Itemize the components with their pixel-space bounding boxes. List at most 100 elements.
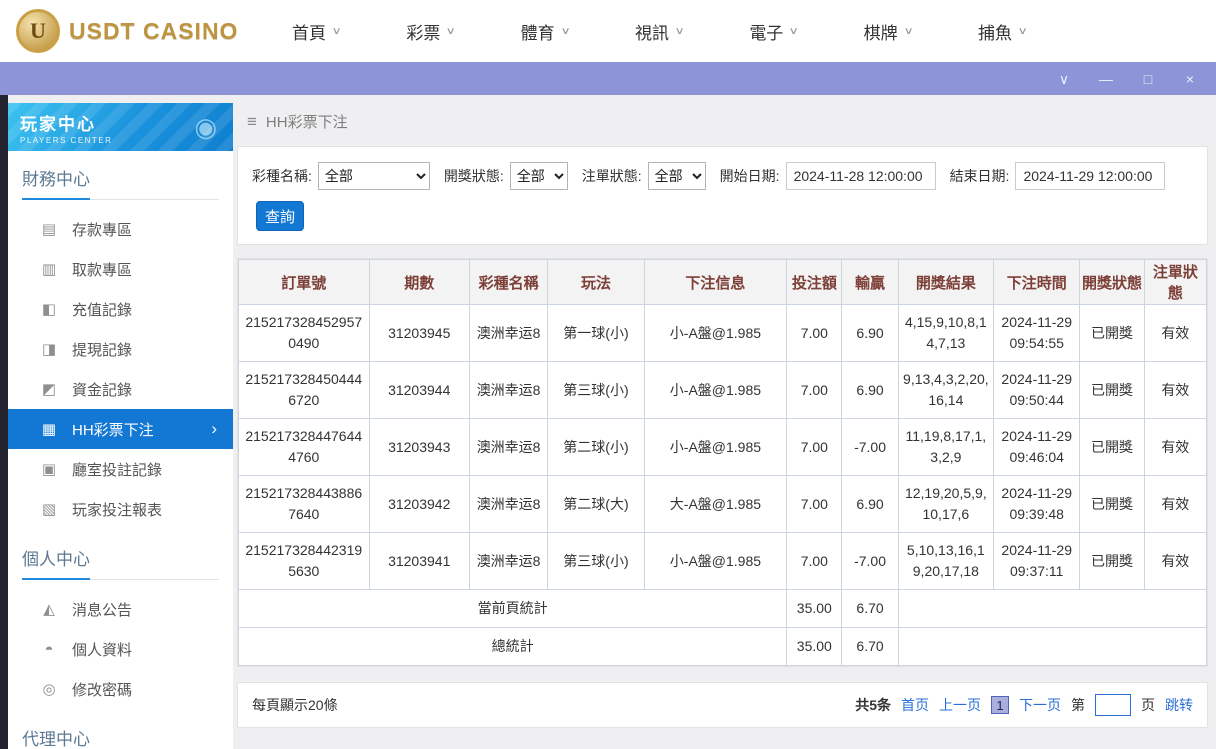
brand-logo[interactable]: U USDT CASINO (16, 9, 248, 53)
draw-status: 已開獎 (1079, 418, 1145, 476)
nav-item-lottery[interactable]: 彩票 ∨ (406, 19, 457, 44)
table-row: 2152173284423195630 31203941 澳洲幸运8 第三球(小… (238, 532, 1208, 590)
nav-item-cards[interactable]: 棋牌 ∨ (864, 19, 914, 44)
chevron-down-icon: ∨ (445, 25, 457, 37)
withdraw-icon: ▥ (41, 261, 57, 278)
draw-status: 已開獎 (1079, 304, 1145, 362)
page-summary-winloss: 6.70 (841, 589, 899, 628)
bet-time: 2024-11-29 09:54:55 (993, 304, 1081, 362)
page-summary-bet: 35.00 (786, 589, 843, 628)
order-status-filter: 注單狀態: 全部 (582, 162, 706, 190)
bet-info: 小-A盤@1.985 (643, 304, 788, 362)
draw-result: 12,19,20,5,9,10,17,6 (897, 475, 995, 533)
page-title: HH彩票下注 (265, 114, 348, 131)
hall-bet-record-icon: ▣ (41, 461, 57, 478)
win-loss: -7.00 (841, 532, 899, 590)
players-center-title: 玩家中心 (20, 115, 96, 134)
draw-result: 4,15,9,10,8,14,7,13 (897, 304, 995, 362)
order-id: 2152173284476444760 (238, 418, 370, 476)
sidebar-item-label: 消息公告 (72, 601, 133, 619)
hamburger-icon[interactable]: ≡ (247, 112, 257, 132)
draw-result: 5,10,13,16,19,20,17,18 (897, 532, 995, 590)
window-minimize-icon[interactable]: — (1098, 72, 1114, 86)
window-maximize-icon[interactable]: □ (1140, 72, 1156, 86)
sidebar-item-player-bet-report[interactable]: ▧ 玩家投注報表 (8, 489, 233, 529)
total-count-text: 共5条 (855, 697, 891, 713)
order-id: 2152173284504446720 (238, 361, 370, 419)
sidebar-item-hh-lottery-bets[interactable]: ▦ HH彩票下注 › (8, 409, 233, 449)
win-loss: -7.00 (841, 418, 899, 476)
top-navbar: U USDT CASINO 首頁 ∨ 彩票 ∨ 體育 ∨ 視訊 ∨ 電子 ∨ 棋… (0, 0, 1216, 62)
order-status: 有效 (1143, 532, 1208, 590)
lottery-name: 澳洲幸运8 (468, 361, 549, 419)
jump-button[interactable]: 跳转 (1165, 695, 1193, 715)
sidebar-item-label: 玩家投注報表 (72, 501, 163, 519)
nav-item-fishing[interactable]: 捕魚 ∨ (978, 19, 1028, 44)
col-lottery-name: 彩種名稱 (468, 259, 549, 305)
col-bet-amount: 投注額 (786, 259, 843, 305)
nav-item-slots[interactable]: 電子 ∨ (749, 19, 800, 44)
total-summary-row: 總統計 35.00 6.70 (237, 627, 1208, 666)
sidebar-item-label: 提現記錄 (72, 341, 133, 359)
sidebar-item-label: 個人資料 (72, 641, 133, 659)
sidebar-item-announcements[interactable]: ◭ 消息公告 (8, 589, 233, 629)
main-content: ≡ HH彩票下注 彩種名稱: 全部 開獎狀態: 全部 注單狀態: 全部 開始日期… (233, 95, 1216, 749)
billiard-decor-icon: ◉ (194, 112, 217, 142)
bet-time: 2024-11-29 09:46:04 (993, 418, 1081, 476)
window-chevron-icon[interactable]: ∨ (1056, 72, 1072, 86)
start-date-input[interactable] (785, 162, 936, 190)
order-id: 2152173284438867640 (238, 475, 370, 533)
lottery-filter-label: 彩種名稱: (252, 168, 312, 184)
current-page-badge[interactable]: 1 (991, 696, 1009, 714)
win-loss: 6.90 (841, 304, 899, 362)
nav-item-live[interactable]: 視訊 ∨ (635, 19, 685, 44)
col-win-loss: 輸贏 (841, 259, 899, 305)
sidebar-item-label: 廳室投註記錄 (72, 461, 163, 479)
draw-status-select[interactable]: 全部 (509, 162, 568, 190)
user-icon: ◓ (44, 640, 54, 658)
bet-amount: 7.00 (786, 475, 843, 533)
lottery-bets-icon: ▦ (41, 421, 57, 438)
sidebar-item-hall-bet-record[interactable]: ▣ 廳室投註記錄 (8, 449, 233, 489)
sidebar-item-label: 取款專區 (72, 261, 133, 279)
sidebar-item-deposit[interactable]: ▤ 存款專區 (8, 209, 233, 249)
jump-page-input[interactable] (1095, 694, 1131, 716)
sidebar-item-funds-record[interactable]: ◩ 資金記錄 (8, 369, 233, 409)
total-summary-empty (897, 627, 1208, 666)
sidebar-item-withdrawal-record[interactable]: ◨ 提現記錄 (8, 329, 233, 369)
nav-item-home[interactable]: 首頁 ∨ (292, 19, 342, 44)
nav-label: 首頁 (292, 23, 326, 43)
chevron-down-icon: ∨ (788, 25, 800, 37)
query-button[interactable]: 查詢 (256, 201, 304, 231)
chevron-down-icon: ∨ (560, 25, 571, 37)
first-page-link[interactable]: 首页 (901, 695, 929, 715)
lottery-select[interactable]: 全部 (317, 162, 430, 190)
page-summary-label: 當前頁統計 (237, 589, 788, 628)
window-titlebar: ∨ — □ × (0, 62, 1216, 95)
prev-page-link[interactable]: 上一页 (939, 695, 981, 715)
left-edge-decor (0, 95, 8, 749)
lottery-name: 澳洲幸运8 (468, 304, 549, 362)
end-date-input[interactable] (1015, 162, 1166, 190)
order-status: 有效 (1143, 475, 1208, 533)
filter-row: 彩種名稱: 全部 開獎狀態: 全部 注單狀態: 全部 開始日期: 2024-11… (252, 162, 1193, 190)
window-close-icon[interactable]: × (1182, 72, 1198, 86)
next-page-link[interactable]: 下一页 (1019, 695, 1061, 715)
order-status-select[interactable]: 全部 (647, 162, 706, 190)
col-draw-result: 開獎結果 (897, 259, 995, 305)
gear-icon: ◎ (42, 681, 56, 698)
nav-label: 彩票 (406, 23, 441, 43)
table-header-row: 訂單號 期數 彩種名稱 玩法 下注信息 投注額 輸贏 開獎結果 下注時間 開獎狀… (238, 259, 1208, 305)
nav-item-sports[interactable]: 體育 ∨ (521, 19, 571, 44)
sidebar-item-withdraw[interactable]: ▥ 取款專區 (8, 249, 233, 289)
col-order-id: 訂單號 (238, 259, 370, 305)
sidebar-item-label: 修改密碼 (72, 681, 133, 699)
player-bet-report-icon: ▧ (41, 501, 57, 518)
sidebar-item-recharge-record[interactable]: ◧ 充值記錄 (8, 289, 233, 329)
main-nav: 首頁 ∨ 彩票 ∨ 體育 ∨ 視訊 ∨ 電子 ∨ 棋牌 ∨ 捕魚 ∨ (292, 19, 1028, 44)
sidebar-item-change-password[interactable]: ◎ 修改密碼 (8, 669, 233, 709)
bet-info: 小-A盤@1.985 (643, 418, 788, 476)
sidebar-item-profile[interactable]: ◓ 個人資料 (8, 629, 233, 669)
start-date-label: 開始日期: (719, 168, 780, 184)
nav-label: 電子 (749, 23, 784, 43)
